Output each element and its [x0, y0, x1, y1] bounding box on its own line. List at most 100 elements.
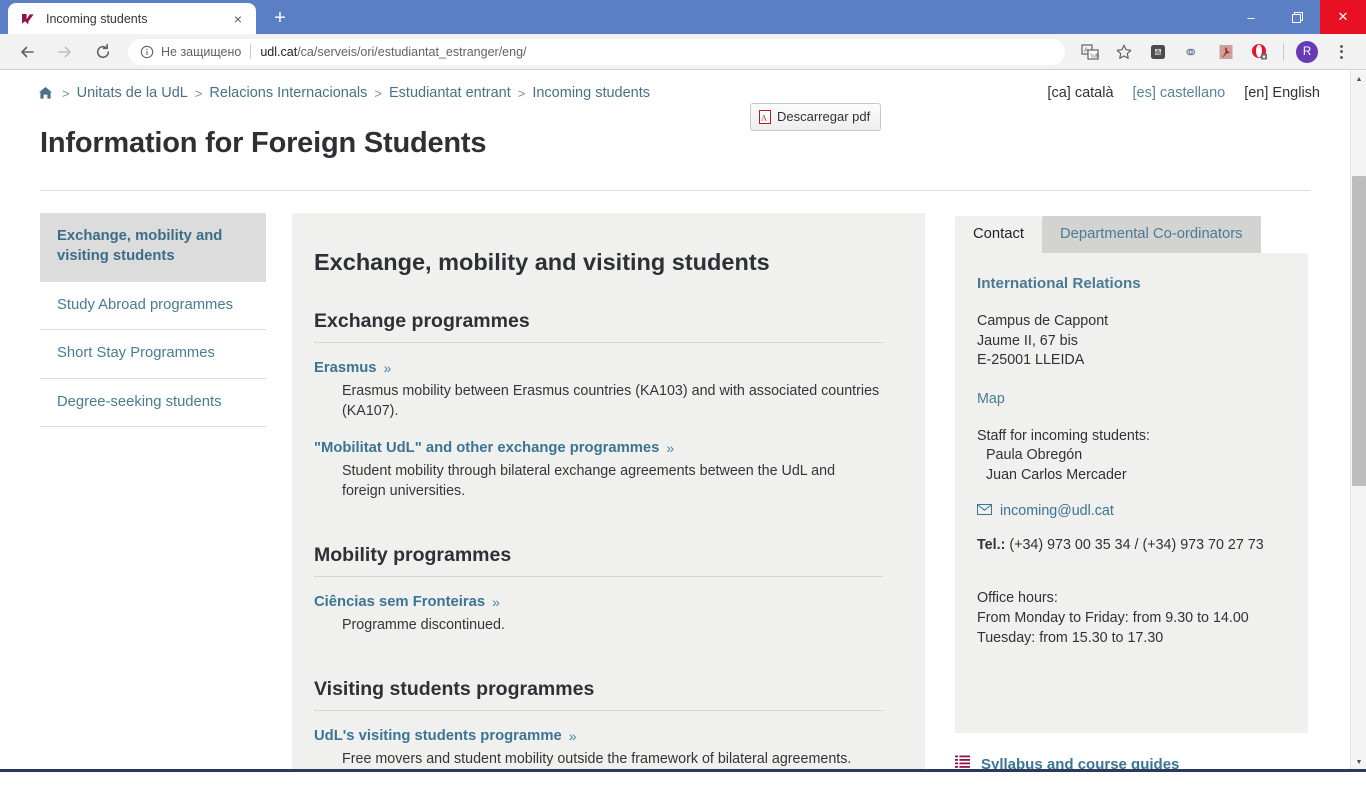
address-line-2: Jaume II, 67 bis	[977, 332, 1284, 352]
toolbar-icons: A\u6587 R	[1073, 38, 1358, 66]
extension-puzzle-icon[interactable]	[1144, 38, 1172, 66]
email-address: incoming@udl.cat	[1000, 503, 1114, 519]
link-label: Erasmus	[314, 360, 377, 376]
scroll-up-icon[interactable]: ▲	[1351, 71, 1366, 88]
bookmark-star-icon[interactable]	[1110, 38, 1138, 66]
browser-toolbar: Не защищено udl.cat/ca/serveis/ori/estud…	[0, 34, 1366, 70]
avatar[interactable]: R	[1293, 38, 1321, 66]
contact-panel: International Relations Campus de Cappon…	[955, 253, 1308, 733]
contact-title: International Relations	[977, 275, 1284, 292]
staff-heading: Staff for incoming students:	[977, 427, 1284, 447]
telephone: Tel.: (+34) 973 00 35 34 / (+34) 973 70 …	[977, 537, 1284, 553]
contact-staff: Staff for incoming students: Paula Obreg…	[977, 427, 1284, 486]
pdf-file-icon: A	[759, 110, 771, 124]
link-udl-visiting-students[interactable]: UdL's visiting students programme »	[314, 728, 577, 744]
breadcrumb-item-1[interactable]: Relacions Internacionals	[209, 85, 367, 101]
url-text: udl.cat/ca/serveis/ori/estudiantat_estra…	[260, 45, 526, 59]
browser-menu-button[interactable]	[1327, 38, 1355, 66]
window-close-button[interactable]: ✕	[1320, 0, 1366, 34]
breadcrumb-item-0[interactable]: Unitats de la UdL	[77, 85, 188, 101]
entry-description: Erasmus mobility between Erasmus countri…	[342, 381, 882, 422]
contact-address: Campus de Cappont Jaume II, 67 bis E-250…	[977, 312, 1284, 371]
svg-text:\u6587: \u6587	[1090, 52, 1099, 59]
translate-icon[interactable]: A\u6587	[1076, 38, 1104, 66]
url-path: /ca/serveis/ori/estudiantat_estranger/en…	[297, 45, 526, 59]
link-label: "Mobilitat UdL" and other exchange progr…	[314, 440, 659, 456]
browser-tab[interactable]: Incoming students ×	[8, 3, 256, 34]
close-icon[interactable]: ×	[230, 11, 246, 27]
forward-button[interactable]	[51, 38, 79, 66]
browser-window: Incoming students × + – ✕ Не защищено	[0, 0, 1366, 812]
main-content: Exchange, mobility and visiting students…	[292, 213, 925, 771]
office-hours-line-2: Tuesday: from 15.30 to 17.30	[977, 629, 1284, 649]
sidebar-item-degree-seeking[interactable]: Degree-seeking students	[40, 379, 266, 427]
page-viewport: > Unitats de la UdL > Relacions Internac…	[0, 71, 1366, 771]
chevron-right-icon: »	[569, 728, 577, 744]
breadcrumb-separator: >	[62, 86, 70, 101]
list-item: Ciências sem Fronteiras » Programme disc…	[314, 593, 883, 635]
sidebar-item-study-abroad[interactable]: Study Abroad programmes	[40, 282, 266, 330]
telephone-value: (+34) 973 00 35 34 / (+34) 973 70 27 73	[1009, 537, 1263, 553]
language-es[interactable]: [es] castellano	[1133, 85, 1226, 101]
vertical-scrollbar[interactable]: ▲ ▼	[1350, 71, 1366, 771]
envelope-icon	[977, 503, 992, 519]
tab-title: Incoming students	[46, 12, 230, 26]
infinity-icon[interactable]	[1178, 38, 1206, 66]
udl-logo-icon	[20, 11, 36, 27]
breadcrumb: > Unitats de la UdL > Relacions Internac…	[38, 85, 650, 101]
new-tab-button[interactable]: +	[266, 4, 294, 32]
sidebar-item-short-stay[interactable]: Short Stay Programmes	[40, 330, 266, 378]
link-ciencias-sem-fronteiras[interactable]: Ciências sem Fronteiras »	[314, 594, 500, 610]
breadcrumb-separator: >	[374, 86, 382, 101]
staff-name-2: Juan Carlos Mercader	[977, 466, 1284, 486]
entry-description: Free movers and student mobility outside…	[342, 749, 882, 769]
link-label: UdL's visiting students programme	[314, 728, 562, 744]
sidebar-tabs: Contact Departmental Co-ordinators	[955, 213, 1308, 253]
home-icon[interactable]	[38, 86, 53, 100]
reload-button[interactable]	[89, 38, 117, 66]
language-en[interactable]: [en] English	[1244, 85, 1320, 101]
link-label: Ciências sem Fronteiras	[314, 594, 485, 610]
profile-initial: R	[1296, 41, 1318, 63]
opera-extension-icon[interactable]	[1246, 38, 1274, 66]
map-link[interactable]: Map	[977, 391, 1284, 407]
info-circle-icon[interactable]	[140, 45, 154, 59]
chevron-right-icon: »	[666, 440, 674, 456]
minimize-button[interactable]: –	[1228, 0, 1274, 34]
sidebar-item-exchange-mobility[interactable]: Exchange, mobility and visiting students	[40, 213, 266, 282]
list-item: Erasmus » Erasmus mobility between Erasm…	[314, 359, 883, 422]
entry-description: Student mobility through bilateral excha…	[342, 461, 882, 502]
office-hours: Office hours: From Monday to Friday: fro…	[977, 589, 1284, 648]
download-pdf-button[interactable]: A Descarregar pdf	[750, 103, 881, 131]
office-hours-heading: Office hours:	[977, 589, 1284, 609]
breadcrumb-item-2[interactable]: Estudiantat entrant	[389, 85, 511, 101]
list-item: UdL's visiting students programme » Free…	[314, 727, 883, 769]
link-mobilitat-udl[interactable]: "Mobilitat UdL" and other exchange progr…	[314, 440, 674, 456]
web-page: > Unitats de la UdL > Relacions Internac…	[0, 71, 1350, 771]
link-erasmus[interactable]: Erasmus »	[314, 360, 391, 376]
adobe-acrobat-icon[interactable]	[1212, 38, 1240, 66]
address-line-1: Campus de Cappont	[977, 312, 1284, 332]
maximize-button[interactable]	[1274, 0, 1320, 34]
spacer	[314, 652, 883, 672]
toolbar-divider	[1283, 43, 1284, 61]
desktop-background	[0, 772, 1366, 812]
email-link[interactable]: incoming@udl.cat	[977, 503, 1284, 519]
url-host: udl.cat	[260, 45, 297, 59]
breadcrumb-separator: >	[195, 86, 203, 101]
svg-text:A: A	[761, 113, 767, 122]
tab-contact[interactable]: Contact	[955, 216, 1042, 253]
language-ca[interactable]: [ca] català	[1047, 85, 1113, 101]
back-button[interactable]	[13, 38, 41, 66]
address-bar[interactable]: Не защищено udl.cat/ca/serveis/ori/estud…	[128, 39, 1065, 65]
list-item: "Mobilitat UdL" and other exchange progr…	[314, 439, 883, 502]
scrollbar-thumb[interactable]	[1352, 176, 1366, 486]
download-pdf-label: Descarregar pdf	[777, 109, 870, 124]
tab-departmental-coordinators[interactable]: Departmental Co-ordinators	[1042, 216, 1261, 253]
page-topbar: > Unitats de la UdL > Relacions Internac…	[0, 71, 1350, 101]
title-row: Information for Foreign Students A Desca…	[0, 101, 1350, 160]
staff-name-1: Paula Obregón	[977, 446, 1284, 466]
right-sidebar: Contact Departmental Co-ordinators Inter…	[955, 213, 1308, 771]
three-dots-icon	[1340, 45, 1343, 59]
telephone-label: Tel.:	[977, 537, 1005, 553]
